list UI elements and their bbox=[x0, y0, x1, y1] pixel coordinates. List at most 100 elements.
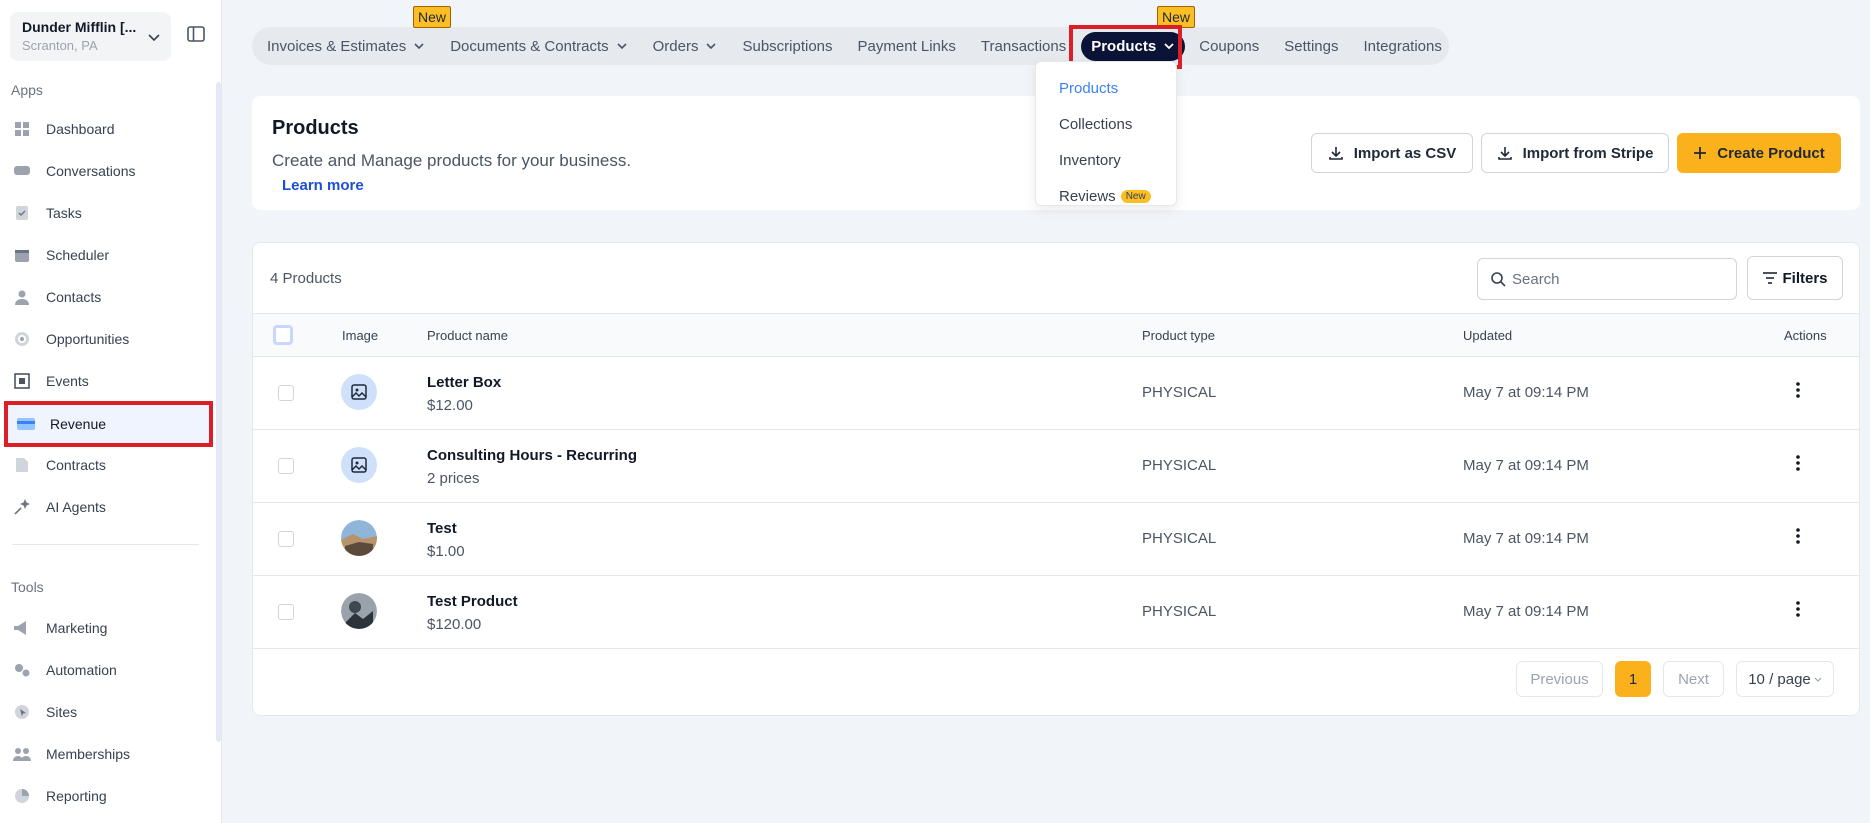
more-vertical-icon[interactable] bbox=[1796, 528, 1800, 549]
import-stripe-button[interactable]: Import from Stripe bbox=[1481, 133, 1669, 173]
product-name[interactable]: Test bbox=[427, 520, 457, 537]
tab-transactions[interactable]: Transactions bbox=[981, 38, 1066, 55]
collapse-sidebar-icon[interactable] bbox=[186, 24, 206, 49]
sidebar-item-contacts[interactable]: Contacts bbox=[12, 279, 208, 315]
tab-documents-contracts[interactable]: Documents & Contracts bbox=[450, 38, 627, 55]
sidebar-item-scheduler[interactable]: Scheduler bbox=[12, 237, 208, 273]
sidebar-item-sites[interactable]: Sites bbox=[12, 694, 208, 730]
tab-subscriptions[interactable]: Subscriptions bbox=[742, 38, 832, 55]
sidebar-item-label: Revenue bbox=[50, 416, 107, 432]
product-name[interactable]: Consulting Hours - Recurring bbox=[427, 447, 637, 464]
product-thumbnail bbox=[341, 593, 377, 629]
button-label: Filters bbox=[1782, 269, 1828, 287]
menu-item-products[interactable]: Products bbox=[1036, 70, 1176, 106]
product-price: $120.00 bbox=[427, 616, 482, 633]
menu-item-label: Reviews bbox=[1059, 187, 1116, 205]
product-updated: May 7 at 09:14 PM bbox=[1463, 603, 1589, 620]
more-vertical-icon[interactable] bbox=[1796, 382, 1800, 403]
sidebar-item-memberships[interactable]: Memberships bbox=[12, 736, 208, 772]
sidebar-item-label: AI Agents bbox=[46, 499, 106, 515]
target-icon bbox=[12, 329, 32, 349]
product-updated: May 7 at 09:14 PM bbox=[1463, 384, 1589, 401]
calendar-icon bbox=[12, 245, 32, 265]
new-badge: New bbox=[413, 6, 452, 28]
row-checkbox[interactable] bbox=[278, 458, 294, 474]
new-badge: New bbox=[1120, 189, 1151, 203]
chevron-down-icon bbox=[617, 43, 627, 50]
product-name[interactable]: Letter Box bbox=[427, 374, 501, 391]
menu-item-reviews[interactable]: Reviews New bbox=[1036, 178, 1176, 214]
page-size-select[interactable]: 10 / page bbox=[1736, 661, 1834, 697]
sidebar-item-marketing[interactable]: Marketing bbox=[12, 610, 208, 646]
menu-item-inventory[interactable]: Inventory bbox=[1036, 142, 1176, 178]
sidebar-scrollbar[interactable] bbox=[216, 82, 221, 742]
sidebar-item-tasks[interactable]: Tasks bbox=[12, 195, 208, 231]
search-input[interactable] bbox=[1512, 270, 1712, 288]
learn-more-link[interactable]: Learn more bbox=[282, 177, 364, 194]
location-switcher[interactable]: Dunder Mifflin [... Scranton, PA bbox=[10, 12, 171, 61]
page-subtitle: Create and Manage products for your busi… bbox=[272, 151, 632, 170]
button-label: Create Product bbox=[1717, 144, 1825, 162]
document-icon bbox=[12, 455, 32, 475]
table-row[interactable]: Letter Box $12.00 PHYSICAL May 7 at 09:1… bbox=[253, 357, 1859, 430]
sidebar-item-automation[interactable]: Automation bbox=[12, 652, 208, 688]
create-product-button[interactable]: Create Product bbox=[1677, 133, 1841, 173]
menu-item-collections[interactable]: Collections bbox=[1036, 106, 1176, 142]
sidebar-item-ai-agents[interactable]: AI Agents bbox=[12, 489, 208, 525]
sidebar-item-contracts[interactable]: Contracts bbox=[12, 447, 208, 483]
location-city: Scranton, PA bbox=[22, 38, 98, 53]
page-1-button[interactable]: 1 bbox=[1615, 661, 1651, 697]
table-row[interactable]: Test Product $120.00 PHYSICAL May 7 at 0… bbox=[253, 576, 1859, 649]
row-checkbox[interactable] bbox=[278, 604, 294, 620]
tab-settings[interactable]: Settings bbox=[1284, 38, 1338, 55]
tasks-icon bbox=[12, 203, 32, 223]
chevron-down-icon bbox=[706, 43, 717, 50]
sidebar-item-label: Conversations bbox=[46, 163, 136, 179]
select-all-checkbox[interactable] bbox=[273, 325, 293, 345]
table-row[interactable]: Consulting Hours - Recurring 2 prices PH… bbox=[253, 430, 1859, 503]
tab-label: Orders bbox=[652, 37, 699, 55]
row-checkbox[interactable] bbox=[278, 385, 294, 401]
previous-page-button[interactable]: Previous bbox=[1516, 661, 1603, 697]
sidebar-item-label: Reporting bbox=[46, 788, 107, 804]
search-box[interactable] bbox=[1477, 258, 1737, 300]
product-name[interactable]: Test Product bbox=[427, 593, 518, 610]
col-product-name[interactable]: Product name bbox=[427, 328, 508, 343]
sidebar-item-label: Memberships bbox=[46, 746, 131, 762]
tab-payment-links[interactable]: Payment Links bbox=[858, 38, 956, 55]
product-updated: May 7 at 09:14 PM bbox=[1463, 457, 1589, 474]
col-updated[interactable]: Updated bbox=[1463, 328, 1512, 343]
sidebar-item-revenue[interactable]: Revenue bbox=[4, 401, 213, 447]
row-checkbox[interactable] bbox=[278, 531, 294, 547]
product-count: 4 Products bbox=[270, 270, 342, 287]
tab-coupons[interactable]: Coupons bbox=[1199, 38, 1259, 55]
table-header: Image Product name Product type Updated … bbox=[253, 313, 1859, 357]
sidebar-item-dashboard[interactable]: Dashboard bbox=[12, 111, 208, 147]
sidebar-item-reporting[interactable]: Reporting bbox=[12, 778, 208, 814]
products-table-card: 4 Products Filters Image Product name Pr… bbox=[252, 242, 1860, 716]
image-placeholder-icon bbox=[341, 447, 377, 483]
dashboard-icon bbox=[12, 119, 32, 139]
gears-icon bbox=[12, 660, 32, 680]
product-type: PHYSICAL bbox=[1142, 384, 1217, 401]
filters-button[interactable]: Filters bbox=[1747, 256, 1843, 300]
import-csv-button[interactable]: Import as CSV bbox=[1311, 133, 1473, 173]
sidebar-item-opportunities[interactable]: Opportunities bbox=[12, 321, 208, 357]
sidebar-item-label: Marketing bbox=[46, 620, 108, 636]
col-product-type[interactable]: Product type bbox=[1142, 328, 1215, 343]
table-row[interactable]: Test $1.00 PHYSICAL May 7 at 09:14 PM bbox=[253, 503, 1859, 576]
tab-invoices-estimates[interactable]: Invoices & Estimates bbox=[267, 38, 425, 55]
sidebar-item-conversations[interactable]: Conversations bbox=[12, 153, 208, 189]
more-vertical-icon[interactable] bbox=[1796, 601, 1800, 622]
tab-orders[interactable]: Orders bbox=[653, 38, 718, 55]
credit-card-icon bbox=[16, 414, 36, 434]
next-page-button[interactable]: Next bbox=[1663, 661, 1724, 697]
more-vertical-icon[interactable] bbox=[1796, 455, 1800, 476]
tab-integrations[interactable]: Integrations bbox=[1363, 38, 1441, 55]
search-icon bbox=[1491, 272, 1506, 287]
product-updated: May 7 at 09:14 PM bbox=[1463, 530, 1589, 547]
sidebar-item-events[interactable]: Events bbox=[12, 363, 208, 399]
product-type: PHYSICAL bbox=[1142, 457, 1217, 474]
download-icon bbox=[1328, 147, 1343, 160]
sidebar-item-label: Events bbox=[46, 373, 89, 389]
